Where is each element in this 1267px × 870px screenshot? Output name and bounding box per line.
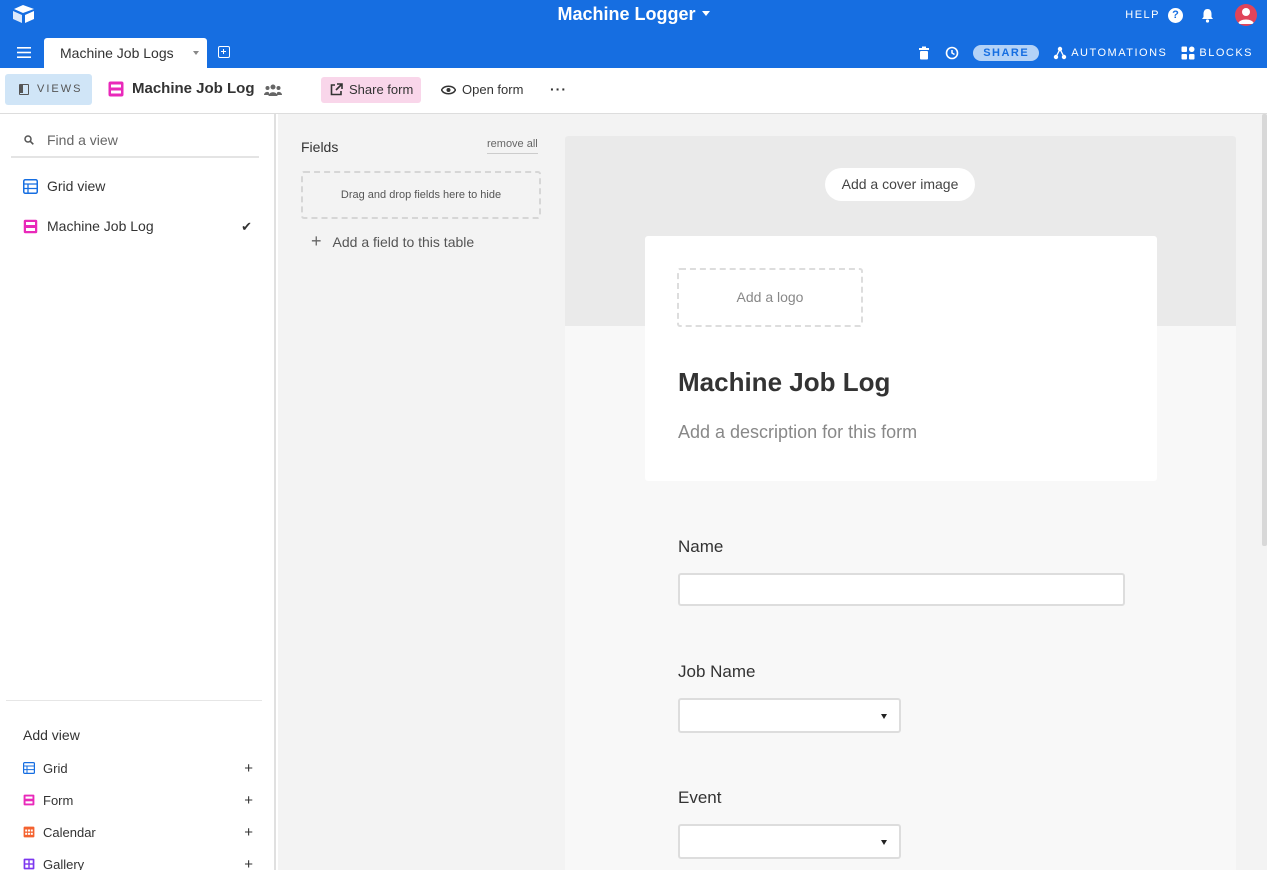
more-options-icon[interactable]: ··· (550, 81, 567, 97)
add-logo-button[interactable]: Add a logo (677, 268, 863, 327)
add-view-title: Add view (23, 727, 80, 743)
automations-icon (1054, 46, 1067, 60)
add-cover-image-button[interactable]: Add a cover image (825, 168, 975, 201)
tab-machine-job-logs[interactable]: Machine Job Logs (44, 38, 207, 68)
field-label-job-name: Job Name (678, 662, 756, 681)
grid-icon (23, 178, 38, 194)
collaborators-icon[interactable] (264, 84, 282, 96)
form-builder: Fields remove all Drag and drop fields h… (278, 114, 1267, 870)
history-icon[interactable] (945, 46, 959, 60)
bell-icon[interactable] (1200, 8, 1215, 23)
form-icon (23, 219, 38, 233)
add-view-calendar[interactable]: Calendar + (23, 823, 253, 841)
open-form-label: Open form (462, 82, 524, 97)
share-button[interactable]: SHARE (973, 45, 1040, 61)
hamburger-menu-icon[interactable] (17, 47, 31, 58)
view-toolbar: VIEWS Machine Job Log Share form Open fo… (0, 68, 1267, 114)
plus-icon[interactable]: + (244, 760, 253, 777)
search-icon (24, 135, 34, 145)
scrollbar[interactable] (1262, 114, 1267, 546)
job-name-select[interactable] (678, 698, 901, 733)
view-name-text: Machine Job Log (132, 80, 255, 97)
add-field-label: Add a field to this table (332, 233, 475, 250)
external-link-icon (330, 83, 343, 96)
blocks-label: BLOCKS (1199, 47, 1253, 59)
base-title[interactable]: Machine Logger (0, 4, 1267, 25)
plus-icon: + (311, 231, 322, 251)
add-view-label: Form (43, 792, 74, 808)
help-link[interactable]: HELP (1125, 9, 1160, 21)
dropdown-arrow-icon (881, 714, 887, 719)
chevron-down-icon[interactable] (193, 51, 199, 55)
user-icon (1238, 8, 1254, 24)
sidebar-item-label: Grid view (47, 178, 106, 194)
form-title[interactable]: Machine Job Log (678, 367, 890, 398)
views-toggle-button[interactable]: VIEWS (5, 74, 92, 105)
hidden-fields-dropzone[interactable]: Drag and drop fields here to hide (301, 171, 541, 219)
form-description[interactable]: Add a description for this form (678, 422, 917, 443)
automations-label: AUTOMATIONS (1071, 47, 1168, 59)
base-title-text: Machine Logger (557, 4, 696, 24)
gallery-icon (23, 858, 35, 870)
add-view-label: Grid (43, 760, 68, 776)
grid-icon (23, 762, 35, 774)
event-select[interactable] (678, 824, 901, 859)
dropdown-arrow-icon (881, 840, 887, 845)
add-field-button[interactable]: + Add a field to this table (311, 231, 474, 252)
share-form-label: Share form (349, 82, 414, 97)
add-table-icon[interactable] (218, 46, 230, 58)
app-header: Machine Logger HELP ? Machine Job Logs S… (0, 0, 1267, 68)
current-view-name[interactable]: Machine Job Log (108, 80, 255, 97)
sidebar-item-grid-view[interactable]: Grid view (23, 176, 105, 196)
form-header-card: Add a logo Machine Job Log Add a descrip… (645, 236, 1157, 481)
plus-icon[interactable]: + (244, 856, 253, 870)
name-input[interactable] (678, 573, 1125, 606)
add-view-form[interactable]: Form + (23, 791, 253, 809)
share-form-button[interactable]: Share form (321, 77, 422, 103)
add-view-label: Calendar (43, 824, 96, 840)
search-input[interactable] (47, 128, 252, 152)
form-icon (108, 81, 124, 96)
form-preview: Add a cover image Add a logo Machine Job… (565, 136, 1236, 870)
divider (6, 700, 262, 701)
views-label: VIEWS (37, 83, 83, 95)
open-form-button[interactable]: Open form (441, 77, 523, 103)
blocks-button[interactable]: BLOCKS (1181, 46, 1253, 60)
add-view-gallery[interactable]: Gallery + (23, 855, 253, 870)
form-icon (23, 794, 35, 806)
plus-icon[interactable]: + (244, 792, 253, 809)
sidebar-toggle-icon (19, 84, 29, 95)
add-view-label: Gallery (43, 856, 85, 870)
view-search (11, 122, 259, 158)
eye-icon (441, 85, 456, 95)
checkmark-icon: ✔ (241, 219, 252, 234)
help-icon[interactable]: ? (1168, 7, 1183, 23)
tab-label: Machine Job Logs (60, 45, 174, 61)
fields-panel-title: Fields (301, 139, 339, 155)
chevron-down-icon (701, 10, 710, 16)
views-sidebar: Grid view Machine Job Log ✔ Add view Gri… (0, 114, 276, 870)
trash-icon[interactable] (917, 46, 931, 60)
automations-button[interactable]: AUTOMATIONS (1053, 46, 1167, 60)
blocks-icon (1181, 46, 1195, 60)
add-view-grid[interactable]: Grid + (23, 759, 253, 777)
sidebar-item-label: Machine Job Log (47, 218, 154, 234)
field-label-event: Event (678, 788, 722, 807)
remove-all-link[interactable]: remove all (487, 138, 538, 154)
plus-icon[interactable]: + (244, 824, 253, 841)
field-label-name: Name (678, 537, 724, 556)
sidebar-item-machine-job-log[interactable]: Machine Job Log (23, 216, 154, 236)
avatar[interactable] (1235, 4, 1257, 26)
calendar-icon (23, 826, 35, 838)
